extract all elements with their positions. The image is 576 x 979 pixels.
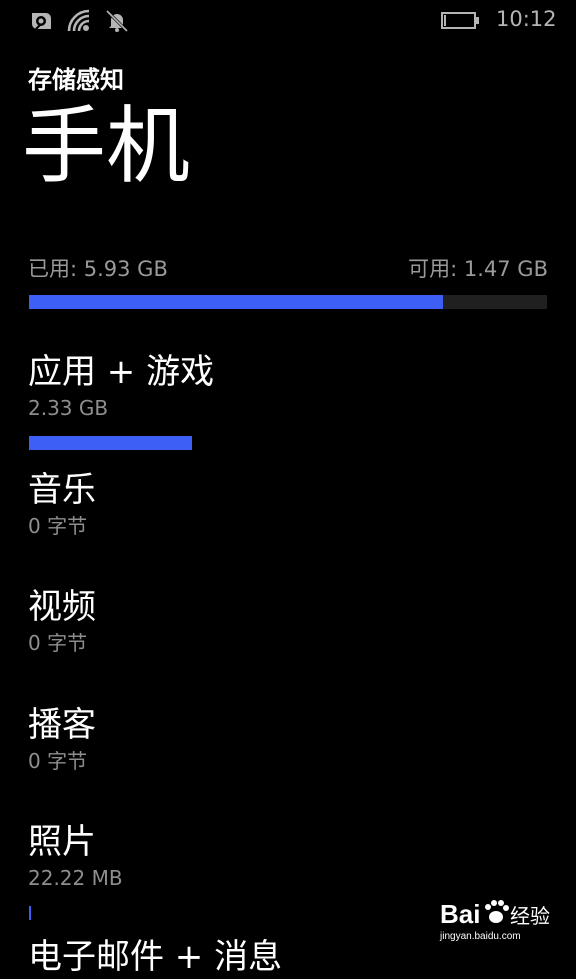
- status-bar: 10:12: [0, 0, 576, 44]
- category-name: 视频: [28, 587, 96, 627]
- category-name: 音乐: [28, 470, 96, 510]
- category-size: 2.33 GB: [28, 396, 109, 420]
- watermark-logo-text: Bai: [440, 899, 480, 929]
- battery-icon: [441, 12, 479, 29]
- paw-icon: [485, 900, 509, 923]
- clock: 10:12: [496, 7, 557, 31]
- total-usage-fill: [29, 295, 443, 309]
- data-sense-icon: [28, 8, 54, 34]
- watermark-logo-text-2: 经验: [510, 904, 550, 928]
- total-usage-bar: [29, 295, 547, 309]
- watermark-url: jingyan.baidu.com: [440, 931, 521, 942]
- app-title: 存储感知: [28, 66, 124, 94]
- category-name: 应用 + 游戏: [28, 352, 215, 392]
- category-music[interactable]: 音乐 0 字节: [28, 468, 548, 540]
- category-usage-bar: [29, 436, 192, 450]
- category-size: 22.22 MB: [28, 866, 123, 890]
- category-size: 0 字节: [28, 631, 88, 655]
- category-name: 照片: [28, 822, 96, 862]
- category-photos[interactable]: 照片 22.22 MB: [28, 820, 548, 920]
- page-title: 手机: [22, 97, 191, 195]
- category-size: 0 字节: [28, 514, 88, 538]
- category-name: 播客: [28, 705, 96, 745]
- category-videos[interactable]: 视频 0 字节: [28, 585, 548, 657]
- quiet-hours-bell-icon: [104, 8, 130, 34]
- category-podcasts[interactable]: 播客 0 字节: [28, 703, 548, 775]
- wifi-icon: [66, 8, 92, 34]
- category-usage-bar: [29, 906, 31, 920]
- category-size: 0 字节: [28, 749, 88, 773]
- used-space-label: 已用: 5.93 GB: [28, 257, 168, 281]
- baidu-jingyan-watermark: Bai 经验 jingyan.baidu.com: [440, 895, 576, 950]
- storage-summary: 已用: 5.93 GB 可用: 1.47 GB: [28, 253, 548, 283]
- category-apps-games[interactable]: 应用 + 游戏 2.33 GB: [28, 350, 548, 450]
- free-space-label: 可用: 1.47 GB: [408, 257, 548, 281]
